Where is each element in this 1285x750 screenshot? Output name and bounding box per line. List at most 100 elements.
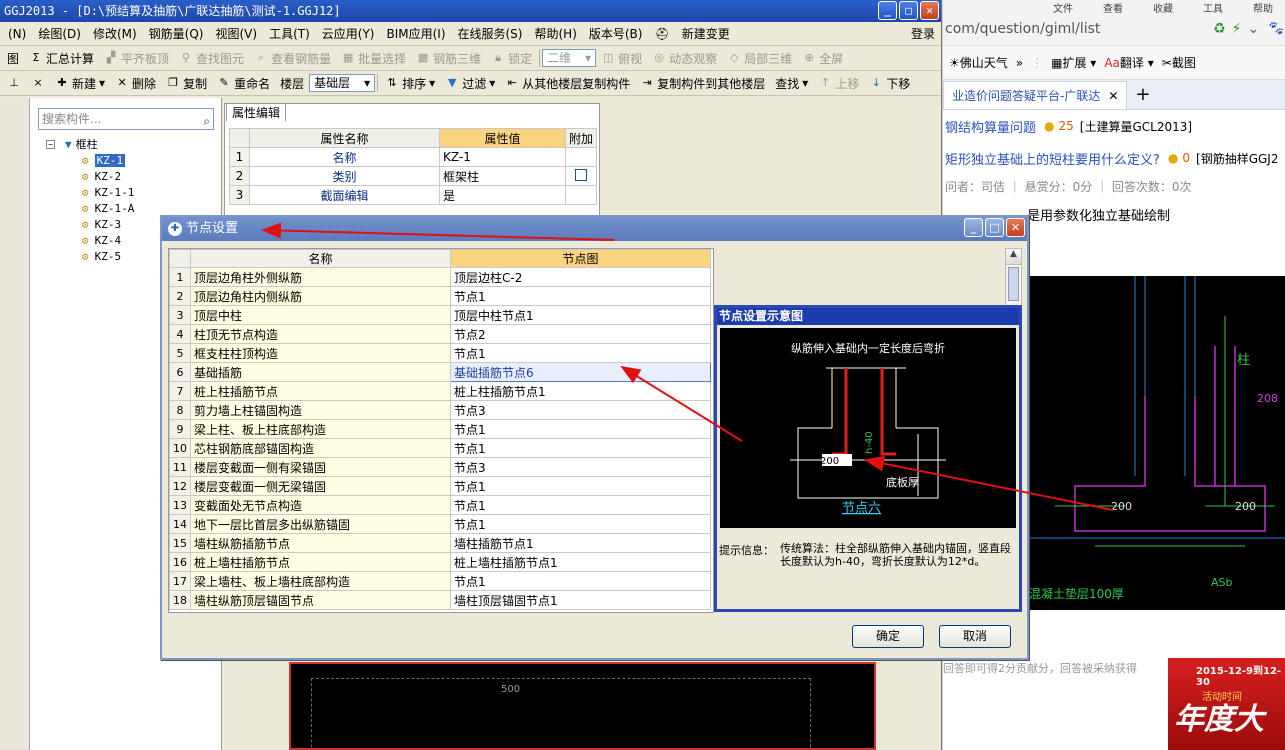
table-row[interactable]: 17 梁上墙柱、板上墙柱底部构造 节点1 [169,571,711,591]
tree-item[interactable]: ⚙ KZ-1-1 [82,184,134,200]
table-row[interactable]: 4 柱顶无节点构造 节点2 [169,324,711,344]
refresh-icon[interactable]: ♻ [1213,21,1226,37]
batch-select-button[interactable]: ▦ 批量选择 [336,50,411,67]
view-rebar-button[interactable]: ⌕ 查看钢筋量 [249,50,336,67]
maximize-button[interactable]: □ [899,1,918,20]
node-value-cell[interactable]: 节点3 [450,457,711,477]
move-down-button[interactable]: ↓ 下移 [864,75,915,92]
property-value[interactable]: 是 [439,185,566,205]
chevron-down-icon[interactable]: ⌄ [1247,21,1259,37]
scroll-thumb[interactable] [1008,267,1019,301]
find-element-button[interactable]: ⚲ 查找图元 [174,50,249,67]
table-row[interactable]: 5 框支柱柱顶构造 节点1 [169,343,711,363]
table-row[interactable]: 3 截面编辑 是 [229,185,598,205]
browser-menu-item[interactable]: 帮助 [1253,0,1273,15]
close-panel-button[interactable]: × [26,76,50,90]
tree-root[interactable]: − ▼ 框柱 [46,136,134,152]
close-button[interactable]: ✕ [920,1,939,20]
node-value-cell[interactable]: 节点1 [450,343,711,363]
node-value-cell[interactable]: 节点1 [450,571,711,591]
tree-item[interactable]: ⚙ KZ-1-A [82,200,134,216]
node-value-cell[interactable]: 桩上柱插筋节点1 [450,381,711,401]
tree-item[interactable]: ⚙ KZ-2 [82,168,134,184]
table-row[interactable]: 8 剪力墙上柱锚固构造 节点3 [169,400,711,420]
tree-item[interactable]: ⚙ KZ-4 [82,232,134,248]
close-button[interactable]: ✕ [1006,218,1025,237]
delete-button[interactable]: ✕ 删除 [110,75,161,92]
tree-item[interactable]: ⚙ KZ-5 [82,248,134,264]
minimize-button[interactable]: _ [964,218,983,237]
filter-button[interactable]: ▼ 过滤 ▾ [440,75,500,92]
menu-tools[interactable]: 工具(T) [263,25,316,42]
browser-menu-item[interactable]: 文件 [1053,0,1073,15]
menu-bim[interactable]: BIM应用(I) [380,25,451,42]
search-icon[interactable]: ⌕ [203,111,210,131]
translate-button[interactable]: Aa翻译 ▾ [1104,54,1153,71]
find-button[interactable]: 查找 ▾ [770,75,813,92]
menu-help[interactable]: 帮助(H) [528,25,582,42]
browser-menu-item[interactable]: 工具 [1203,0,1223,15]
align-slab-button[interactable]: ▞ 平齐板顶 [99,50,174,67]
question-item[interactable]: 矩形独立基础上的短柱要用什么定义? ● 0 [钢筋抽样GGJ2 [943,142,1285,174]
browser-menu-item[interactable]: 查看 [1103,0,1123,15]
copy-button[interactable]: ❐ 复制 [161,75,212,92]
extensions-button[interactable]: ▦扩展 ▾ [1051,54,1096,71]
promo-banner[interactable]: 2015-12-9到12-30 活动时间 年度大 [1168,658,1285,750]
menu-item[interactable]: (N) [2,27,32,41]
more-icon[interactable]: » [1016,56,1023,70]
table-row[interactable]: 12 楼层变截面一侧无梁锚固 节点1 [169,476,711,496]
sort-button[interactable]: ⇅ 排序 ▾ [380,75,440,92]
extra-checkbox[interactable] [564,166,598,186]
table-row[interactable]: 11 楼层变截面一侧有梁锚固 节点3 [169,457,711,477]
tab-property-edit[interactable]: 属性编辑 [226,103,286,121]
new-tab-button[interactable]: + [1127,84,1158,105]
table-row[interactable]: 3 顶层中柱 顶层中柱节点1 [169,305,711,325]
paw-icon[interactable]: 🐾︎ [1267,21,1285,37]
screenshot-button[interactable]: ✂截图 [1162,54,1196,71]
node-value-cell[interactable]: 桩上墙柱插筋节点1 [450,552,711,572]
table-row[interactable]: 18 墙柱纵筋顶层锚固节点 墙柱顶层锚固节点1 [169,590,711,610]
node-value-cell[interactable]: 节点1 [450,476,711,496]
node-value-cell[interactable]: 节点1 [450,419,711,439]
menu-new-change[interactable]: 新建变更 [676,25,736,42]
top-view-button[interactable]: ◫ 俯视 [596,50,647,67]
menu-view[interactable]: 视图(V) [209,25,263,42]
drawing-canvas[interactable]: 500 [289,662,876,750]
table-row[interactable]: 1 顶层边角柱外侧纵筋 顶层边柱C-2 [169,267,711,287]
table-row[interactable]: 2 顶层边角柱内侧纵筋 节点1 [169,286,711,306]
menu-version[interactable]: 版本号(B) [583,25,649,42]
node-value-cell[interactable]: 顶层中柱节点1 [450,305,711,325]
table-row[interactable]: 1 名称 KZ-1 [229,147,598,167]
node-value-cell[interactable]: 节点1 [450,495,711,515]
question-link[interactable]: 钢结构算量问题 [945,117,1036,136]
bookmark-weather[interactable]: ☀佛山天气 [949,54,1008,71]
rebar-3d-button[interactable]: ▩ 钢筋三维 [411,50,486,67]
node-value-cell[interactable]: 节点1 [450,514,711,534]
node-value-cell[interactable]: 顶层边柱C-2 [450,267,711,287]
node-value-cell[interactable]: 墙柱插筋节点1 [450,533,711,553]
view-mode-select[interactable]: 二维 ▾ [542,49,597,67]
table-row[interactable]: 6 基础插筋 基础插筋节点6 [169,362,711,382]
fullscreen-button[interactable]: ⊕ 全屏 [797,50,848,67]
table-row[interactable]: 7 桩上柱插筋节点 桩上柱插筋节点1 [169,381,711,401]
menu-rebar[interactable]: 钢筋量(Q) [143,25,210,42]
maximize-button[interactable]: □ [985,218,1004,237]
menu-cloud[interactable]: 云应用(Y) [316,25,381,42]
question-link[interactable]: 矩形独立基础上的短柱要用什么定义? [945,149,1160,168]
table-row[interactable]: 15 墙柱纵筋插筋节点 墙柱插筋节点1 [169,533,711,553]
move-up-button[interactable]: ↑ 上移 [813,75,864,92]
lock-button[interactable]: 🔒︎ 锁定 [486,50,537,67]
menu-draw[interactable]: 绘图(D) [32,25,87,42]
question-item[interactable]: 钢结构算量问题 ● 25 [土建算量GCL2013] [943,110,1285,142]
new-button[interactable]: ✚ 新建 ▾ [50,75,110,92]
table-row[interactable]: 9 梁上柱、板上柱底部构造 节点1 [169,419,711,439]
floor-select[interactable]: 基础层 ▾ [309,74,376,92]
bolt-icon[interactable]: ⚡ [1232,21,1242,37]
menu-online[interactable]: 在线服务(S) [452,25,529,42]
table-row[interactable]: 14 地下一层比首层多出纵筋锚固 节点1 [169,514,711,534]
local-3d-button[interactable]: ◇ 局部三维 [722,50,797,67]
browser-menu-item[interactable]: 收藏 [1153,0,1173,15]
table-row[interactable]: 2 类别 框架柱 [229,166,598,186]
scroll-up-button[interactable]: ▲ [1006,249,1021,265]
node-value-cell[interactable]: 节点3 [450,400,711,420]
